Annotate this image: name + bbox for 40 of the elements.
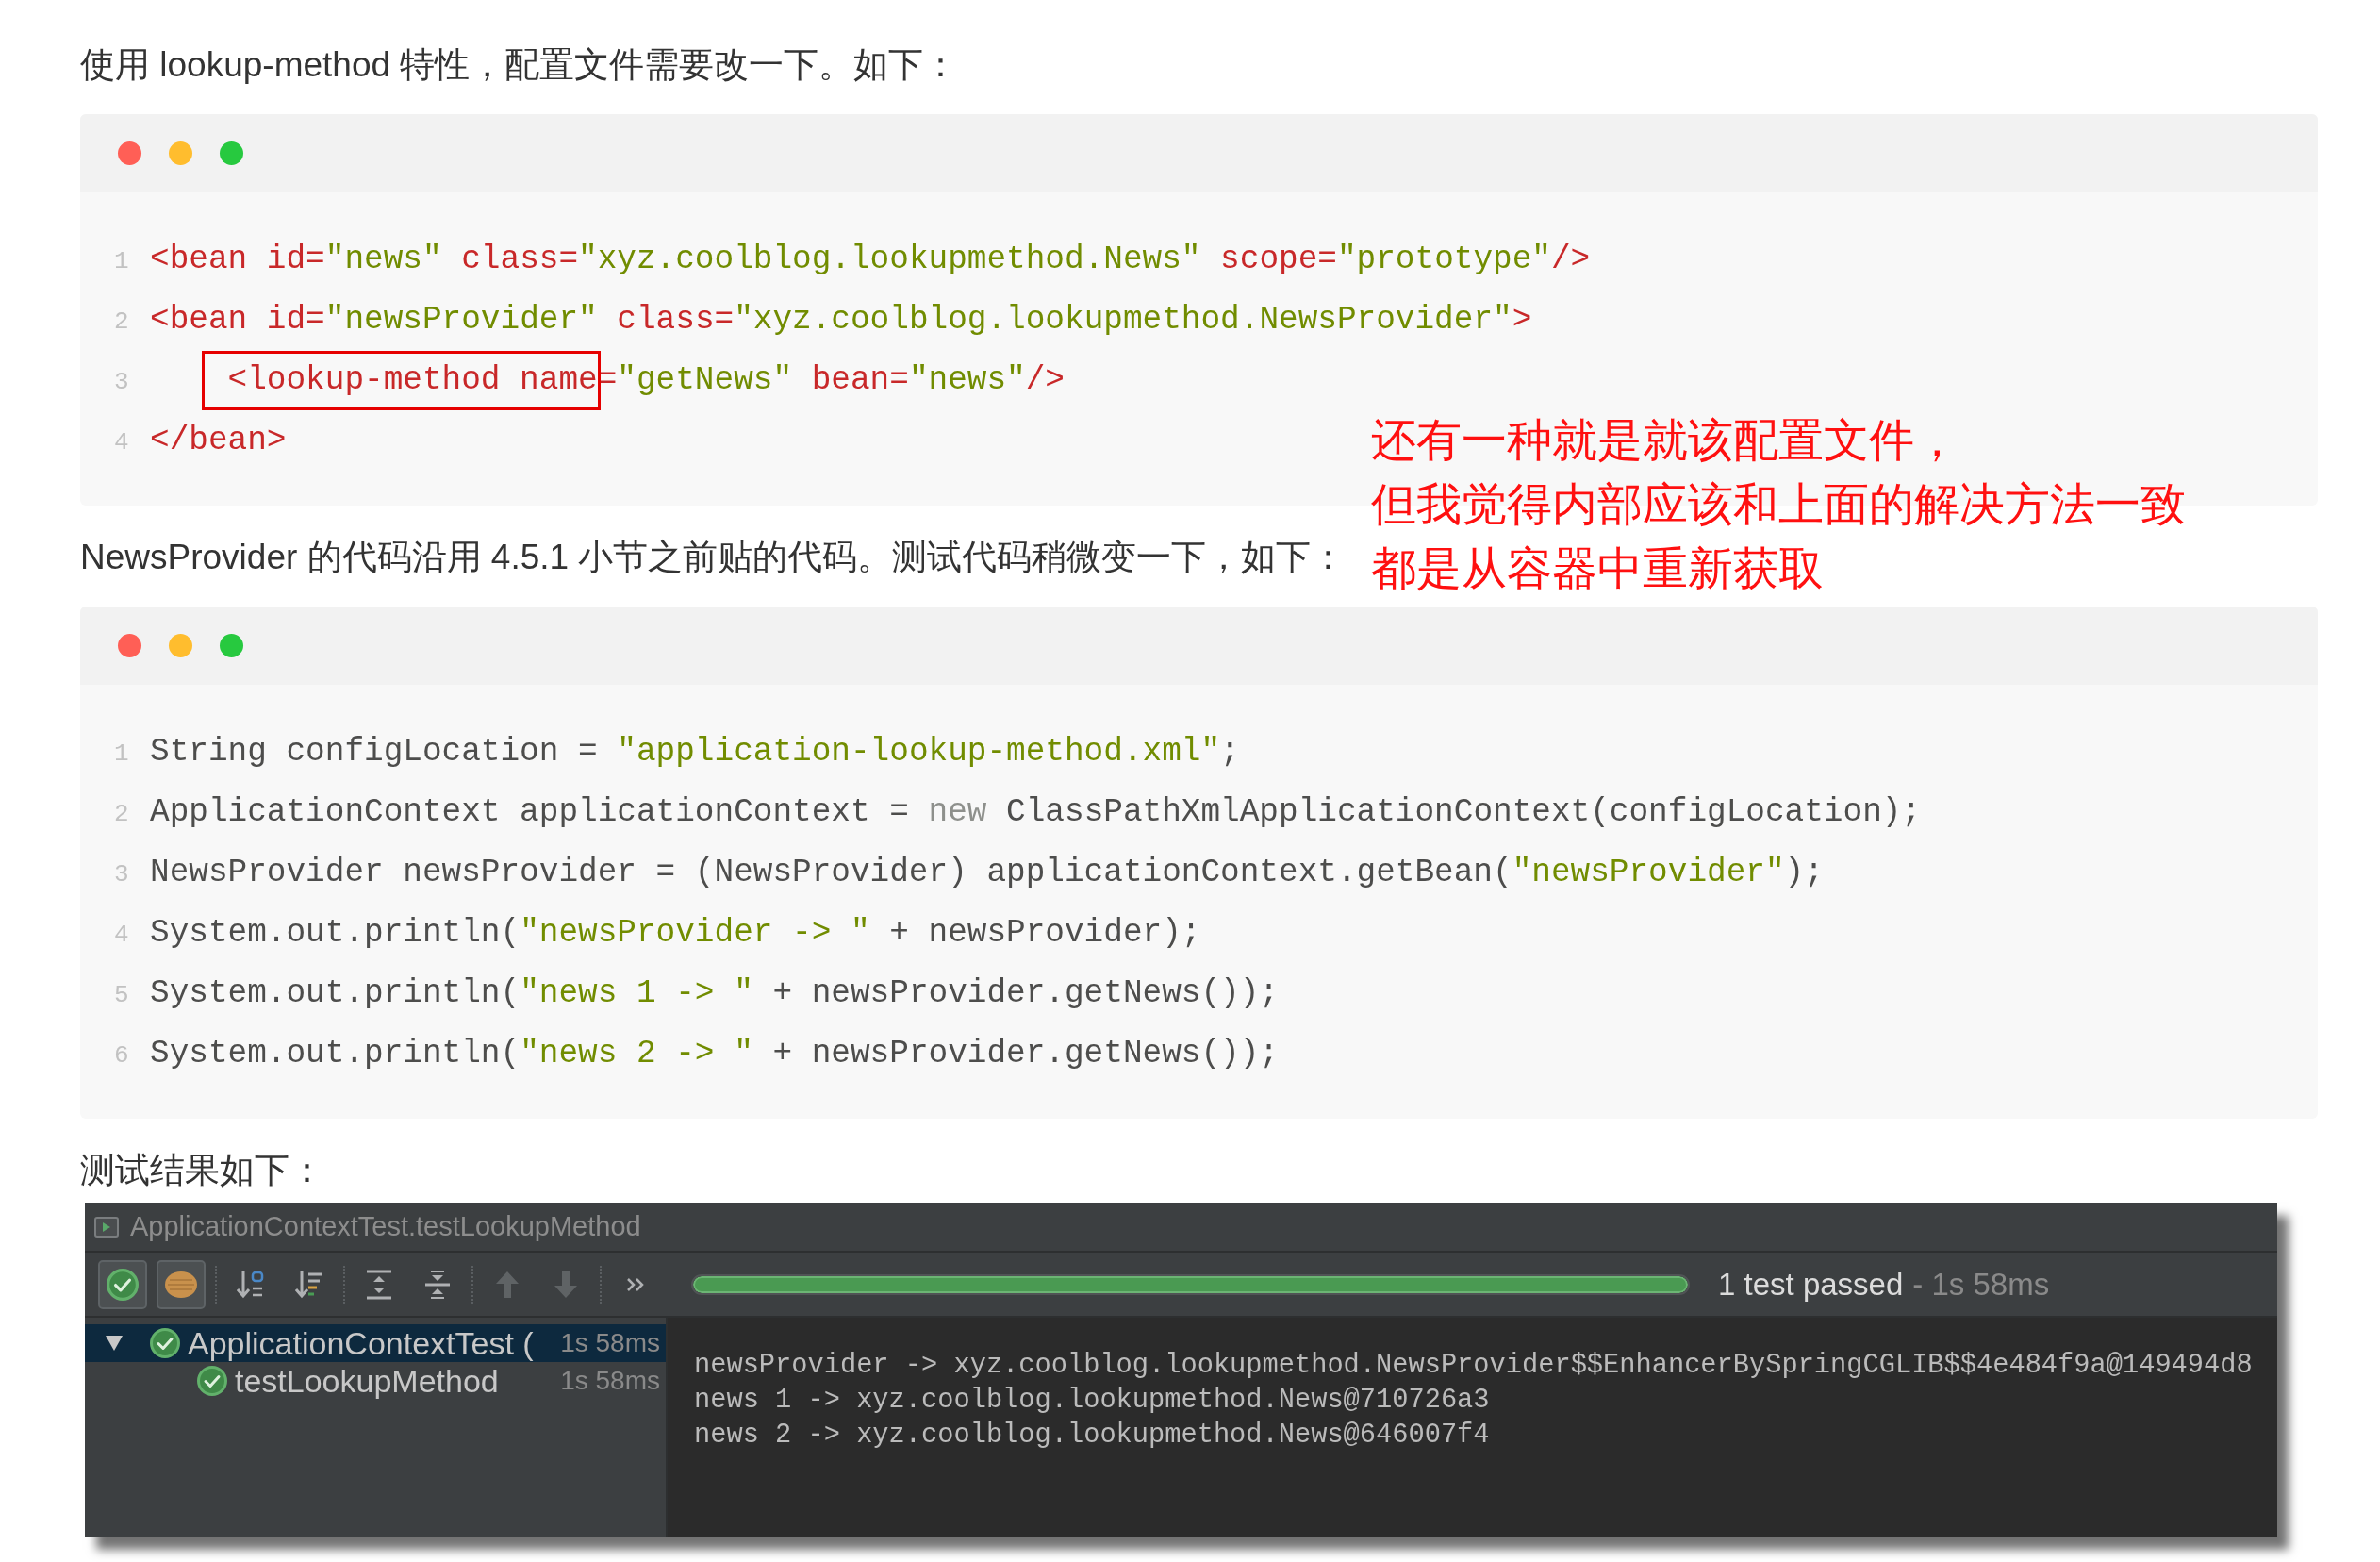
sort-arrow-icon xyxy=(237,1269,265,1300)
console-line: news 1 -> xyz.coolblog.lookupmethod.News@710726a3 xyxy=(694,1384,1490,1418)
code-line: System.out.println("news 1 -> " + newsProvider.getNews()); xyxy=(150,974,1279,1011)
console-line: news 2 -> xyz.coolblog.lookupmethod.News@646007f4 xyxy=(694,1419,1490,1453)
toggle-button[interactable] xyxy=(98,1259,147,1309)
annotation-note: 还有一种就是就该配置文件， 但我觉得内部应该和上面的解决方法一致 都是从容器中重新获取 xyxy=(1371,414,2186,595)
test-time: 1s 58ms xyxy=(559,1327,660,1359)
check-circle-icon xyxy=(150,1328,180,1358)
toggle-button[interactable] xyxy=(157,1259,206,1309)
expand-lines-icon xyxy=(365,1269,393,1300)
test-time: 1s 58ms xyxy=(559,1365,660,1397)
check-circle-icon xyxy=(197,1366,227,1396)
double-chevron-icon xyxy=(626,1276,645,1292)
test-name: ApplicationContextTest ( xyxy=(188,1323,534,1363)
code-line: System.out.println("news 2 -> " + newsProvider.getNews()); xyxy=(150,1035,1279,1072)
paragraph-text: NewsProvider 的代码沿用 4.5.1 小节之前贴的代码。测试代码稍微变一下，如下： xyxy=(80,537,1347,578)
test-status-text: 1 test passed xyxy=(1718,1265,1904,1304)
paragraph-text: 使用 lookup-method 特性，配置文件需要改一下。如下： xyxy=(80,44,959,86)
sort-bars-icon xyxy=(295,1269,323,1300)
console-icon xyxy=(94,1216,119,1238)
expanded-triangle-icon[interactable] xyxy=(105,1335,124,1352)
tree-item[interactable]: ApplicationContextTest ( 1s 58ms xyxy=(85,1324,666,1362)
tree-item[interactable]: testLookupMethod 1s 58ms xyxy=(85,1362,666,1400)
code-line: </bean> xyxy=(150,422,287,458)
code-line: <bean id="news" class="xyz.coolblog.lookupmethod.News" scope="prototype"/> xyxy=(150,241,1591,277)
code-line: System.out.println("newsProvider -> " + newsProvider); xyxy=(150,914,1201,951)
check-circle-icon xyxy=(107,1268,139,1301)
striped-disc-icon xyxy=(164,1270,198,1299)
collapse-lines-icon xyxy=(423,1269,452,1300)
code-line: NewsProvider newsProvider = (NewsProvider) applicationContext.getBean("newsProvider"); xyxy=(150,854,1824,890)
paragraph-text: 测试结果如下： xyxy=(80,1150,324,1191)
test-name: testLookupMethod xyxy=(235,1361,499,1401)
console-line: newsProvider -> xyz.coolblog.lookupmethod.NewsProvider$$EnhancerBySpringCGLIB$$4e484f9a@149494d8 xyxy=(694,1349,2253,1383)
code-line: <bean id="newsProvider" class="xyz.coolblog.lookupmethod.NewsProvider"> xyxy=(150,301,1532,338)
window-title: ApplicationContextTest.testLookupMethod xyxy=(130,1209,641,1243)
down-arrow-icon xyxy=(554,1270,578,1299)
test-duration-text: - 1s 58ms xyxy=(1912,1265,2050,1304)
up-arrow-icon xyxy=(495,1270,520,1299)
code-line: String configLocation = "application-lookup-method.xml"; xyxy=(150,733,1240,770)
code-line: ApplicationContext applicationContext = new ClassPathXmlApplicationContext(configLocation); xyxy=(150,793,1922,830)
